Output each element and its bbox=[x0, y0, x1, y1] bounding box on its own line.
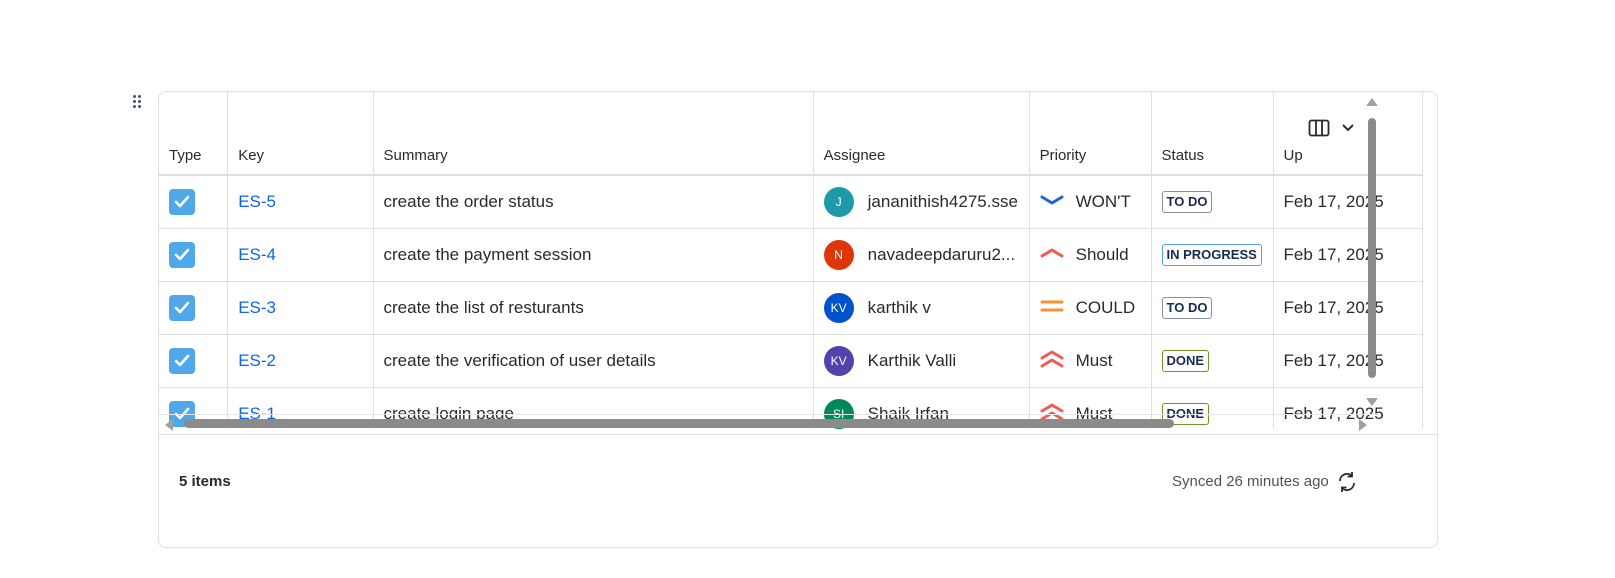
key-cell: ES-5 bbox=[227, 175, 374, 229]
status-cell: TO DO bbox=[1151, 175, 1274, 229]
type-cell bbox=[159, 281, 229, 335]
scroll-down-arrow-icon[interactable] bbox=[1366, 398, 1378, 406]
story-checkbox-icon bbox=[169, 189, 195, 215]
priority-cell: Should bbox=[1029, 228, 1152, 282]
status-cell: TO DO bbox=[1151, 281, 1274, 335]
issues-table-panel: Type Key Summary Assignee Priority Statu… bbox=[158, 91, 1438, 548]
issue-summary: create the list of resturants bbox=[383, 298, 584, 317]
summary-cell: create the list of resturants bbox=[373, 281, 814, 335]
issue-summary: create the order status bbox=[383, 192, 554, 211]
scroll-up-arrow-icon[interactable] bbox=[1366, 98, 1378, 106]
table-row[interactable]: ES-4 create the payment session Nnavadeepd… bbox=[159, 228, 1423, 282]
updated-cell: Feb 17, 2025 bbox=[1273, 334, 1423, 388]
vertical-scroll-thumb[interactable] bbox=[1368, 118, 1376, 378]
issue-key-link[interactable]: ES-2 bbox=[238, 351, 276, 370]
chevron-down-icon[interactable] bbox=[1340, 120, 1356, 141]
scroll-right-arrow-icon[interactable] bbox=[1359, 419, 1367, 431]
refresh-icon[interactable] bbox=[1335, 470, 1359, 494]
priority-cell: WON'T bbox=[1029, 175, 1152, 229]
status-badge[interactable]: DONE bbox=[1161, 350, 1210, 372]
priority-label: WON'T bbox=[1075, 192, 1131, 211]
priority-label: COULD bbox=[1075, 298, 1136, 317]
key-cell: ES-4 bbox=[227, 228, 374, 282]
issue-key-link[interactable]: ES-5 bbox=[238, 192, 276, 211]
assignee-name: karthik v bbox=[867, 298, 931, 317]
status-cell: DONE bbox=[1151, 334, 1274, 388]
horizontal-scrollbar[interactable] bbox=[159, 414, 1379, 431]
summary-cell: create the verification of user details bbox=[373, 334, 814, 388]
table-row[interactable]: ES-3 create the list of resturants KV karth… bbox=[159, 281, 1423, 335]
story-checkbox-icon bbox=[169, 295, 195, 321]
issue-summary: create the verification of user details bbox=[383, 351, 656, 370]
avatar: KV bbox=[823, 346, 854, 376]
double-chevron-up-icon bbox=[1040, 349, 1064, 374]
assignee-cell: Nnavadeepdaruru2... bbox=[813, 228, 1030, 282]
table-viewport: Type Key Summary Assignee Priority Statu… bbox=[159, 92, 1423, 429]
type-cell bbox=[159, 228, 229, 282]
priority-cell: COULD bbox=[1029, 281, 1152, 335]
status-badge[interactable]: TO DO bbox=[1161, 297, 1213, 319]
footer-divider bbox=[159, 434, 1437, 435]
vertical-scrollbar[interactable] bbox=[1365, 98, 1379, 410]
issues-table: Type Key Summary Assignee Priority Statu… bbox=[159, 92, 1423, 429]
column-header-status[interactable]: Status bbox=[1151, 92, 1274, 176]
column-picker[interactable] bbox=[1304, 117, 1360, 144]
status-badge[interactable]: TO DO bbox=[1161, 191, 1213, 213]
issue-summary: create the payment session bbox=[383, 245, 592, 264]
assignee-cell: KV karthik v bbox=[813, 281, 1030, 335]
column-header-assignee[interactable]: Assignee bbox=[813, 92, 1030, 176]
column-header-type[interactable]: Type bbox=[159, 92, 229, 176]
type-cell bbox=[159, 334, 229, 388]
priority-label: Must bbox=[1075, 351, 1113, 370]
assignee-name: Karthik Valli bbox=[867, 351, 957, 370]
drag-handle-icon[interactable] bbox=[133, 95, 143, 111]
assignee-cell: Jjananithish4275.sse bbox=[813, 175, 1030, 229]
column-header-key[interactable]: Key bbox=[227, 92, 374, 176]
table-row[interactable]: ES-5 create the order status Jjananithish4… bbox=[159, 175, 1423, 229]
priority-cell: Must bbox=[1029, 334, 1152, 388]
horizontal-scroll-thumb[interactable] bbox=[184, 419, 1174, 428]
story-checkbox-icon bbox=[169, 242, 195, 268]
sync-status: Synced 26 minutes ago bbox=[1172, 473, 1329, 490]
assignee-name: jananithish4275.sse bbox=[867, 192, 1018, 211]
equals-icon bbox=[1040, 298, 1064, 319]
column-header-summary[interactable]: Summary bbox=[373, 92, 814, 176]
table-row[interactable]: ES-2 create the verification of user deta… bbox=[159, 334, 1423, 388]
item-count: 5 items bbox=[179, 473, 231, 490]
priority-label: Should bbox=[1075, 245, 1129, 264]
assignee-name: navadeepdaruru2... bbox=[867, 245, 1016, 264]
summary-cell: create the payment session bbox=[373, 228, 814, 282]
issue-key-link[interactable]: ES-3 bbox=[238, 298, 276, 317]
avatar: J bbox=[823, 187, 854, 217]
assignee-cell: KV Karthik Valli bbox=[813, 334, 1030, 388]
chevron-down-icon bbox=[1040, 192, 1064, 213]
chevron-up-icon bbox=[1040, 245, 1064, 266]
avatar: N bbox=[823, 240, 854, 270]
updated-cell: Feb 17, 2025 bbox=[1273, 175, 1423, 229]
column-header-priority[interactable]: Priority bbox=[1029, 92, 1152, 176]
updated-cell: Feb 17, 2025 bbox=[1273, 281, 1423, 335]
status-badge[interactable]: IN PROGRESS bbox=[1161, 244, 1262, 266]
status-cell: IN PROGRESS bbox=[1151, 228, 1274, 282]
columns-icon[interactable] bbox=[1308, 119, 1330, 142]
summary-cell: create the order status bbox=[373, 175, 814, 229]
updated-cell: Feb 17, 2025 bbox=[1273, 228, 1423, 282]
scroll-left-arrow-icon[interactable] bbox=[165, 419, 173, 431]
issue-key-link[interactable]: ES-4 bbox=[238, 245, 276, 264]
story-checkbox-icon bbox=[169, 348, 195, 374]
type-cell bbox=[159, 175, 229, 229]
avatar: KV bbox=[823, 293, 854, 323]
key-cell: ES-2 bbox=[227, 334, 374, 388]
table-header-row: Type Key Summary Assignee Priority Statu… bbox=[159, 92, 1423, 176]
key-cell: ES-3 bbox=[227, 281, 374, 335]
